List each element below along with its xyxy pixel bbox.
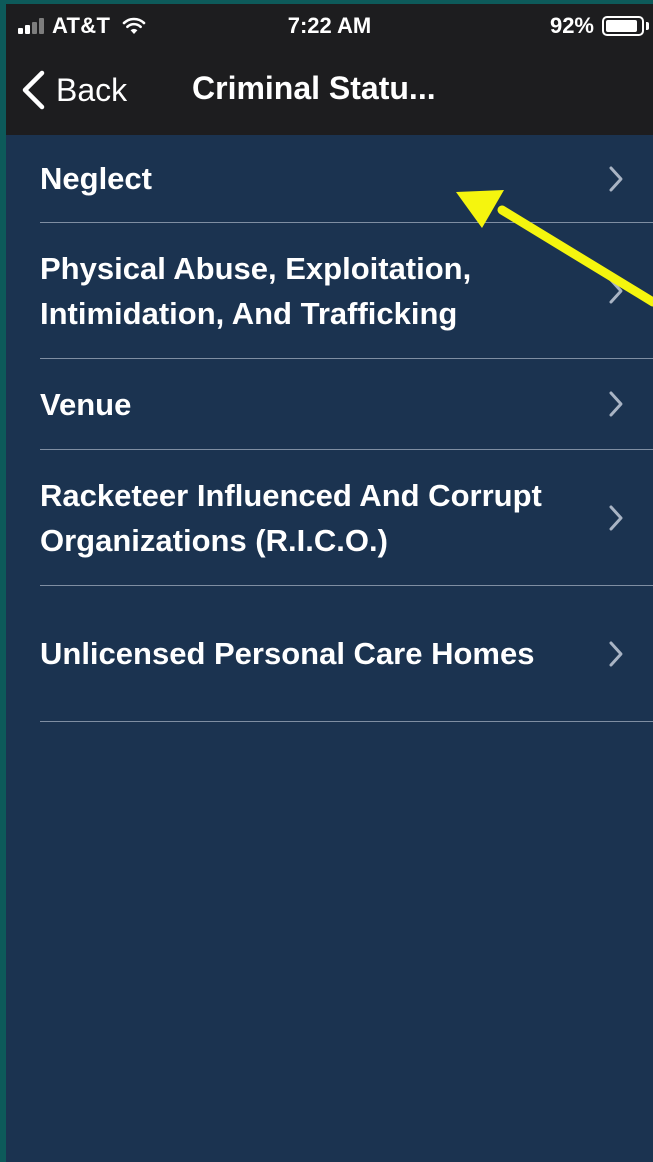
status-right: 92% <box>550 13 649 39</box>
chevron-right-icon <box>609 166 623 191</box>
list-item-label: Neglect <box>40 161 152 196</box>
chevron-right-icon <box>609 641 623 666</box>
phone-screen: AT&T 7:22 AM 92% Back Criminal Statu... <box>6 4 653 1162</box>
list-item[interactable]: Racketeer Influenced And Corrupt Organiz… <box>40 450 653 586</box>
list-item-label: Venue <box>40 386 132 422</box>
list-item[interactable]: Venue <box>40 359 653 450</box>
chevron-right-icon <box>609 391 623 417</box>
page-title: Criminal Statu... <box>192 70 436 106</box>
battery-tip <box>646 22 649 30</box>
statute-list: Neglect Physical Abuse, Exploitation, In… <box>6 135 653 722</box>
list-item[interactable]: Unlicensed Personal Care Homes <box>40 586 653 722</box>
navigation-bar: Back Criminal Statu... <box>6 48 653 135</box>
chevron-right-icon <box>609 278 623 303</box>
status-bar: AT&T 7:22 AM 92% <box>6 4 653 48</box>
chevron-right-icon <box>609 505 623 530</box>
back-label: Back <box>56 71 128 108</box>
battery-icon <box>602 16 644 36</box>
battery-fill <box>606 20 637 32</box>
battery-percent: 92% <box>549 13 594 38</box>
list-item[interactable]: Neglect <box>40 135 653 223</box>
list-item-label: Racketeer Influenced And Corrupt Organiz… <box>40 477 542 558</box>
list-item-label: Unlicensed Personal Care Homes <box>40 636 535 671</box>
list-item-label: Physical Abuse, Exploitation, Intimidati… <box>40 250 472 331</box>
list-item[interactable]: Physical Abuse, Exploitation, Intimidati… <box>40 223 653 359</box>
chevron-left-icon <box>22 70 45 110</box>
back-button[interactable]: Back <box>20 66 127 114</box>
